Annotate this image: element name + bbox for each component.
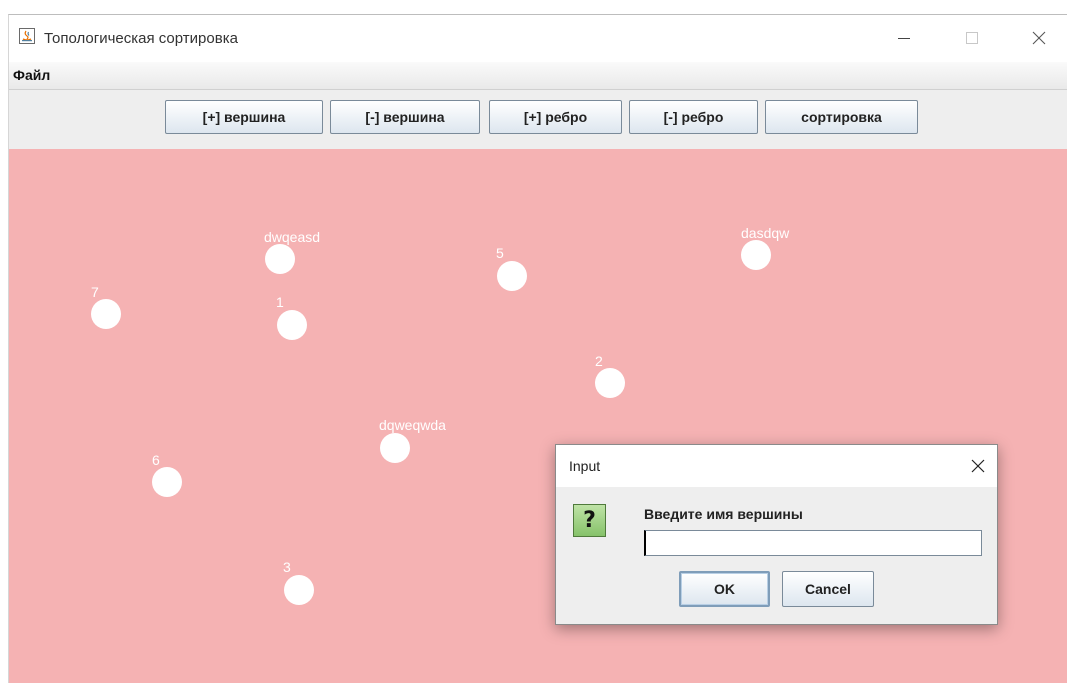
add-vertex-button[interactable]: [+] вершина (165, 100, 323, 134)
node-label: 5 (496, 245, 504, 261)
graph-node[interactable] (152, 467, 182, 497)
node-label: 3 (283, 559, 291, 575)
graph-node[interactable] (284, 575, 314, 605)
graph-node[interactable] (595, 368, 625, 398)
graph-node[interactable] (277, 310, 307, 340)
remove-vertex-button[interactable]: [-] вершина (330, 100, 480, 134)
close-icon (1032, 31, 1046, 45)
node-label: dwqeasd (264, 229, 321, 245)
graph-node[interactable] (741, 240, 771, 270)
minimize-icon (898, 38, 910, 39)
vertex-name-input[interactable] (644, 530, 982, 556)
menu-file[interactable]: Файл (12, 67, 51, 83)
graph-node[interactable] (380, 433, 410, 463)
node-label: 1 (276, 294, 284, 310)
java-app-icon (19, 28, 35, 44)
node-label: 7 (91, 284, 99, 300)
node-label: dasdqw (741, 225, 790, 241)
dialog-title-bar: Input (556, 445, 997, 487)
window-title: Топологическая сортировка (44, 30, 238, 47)
graph-node[interactable] (497, 261, 527, 291)
node-label: 2 (595, 353, 603, 369)
dialog-close-button[interactable] (963, 451, 993, 481)
remove-edge-button[interactable]: [-] ребро (629, 100, 758, 134)
sort-button[interactable]: сортировка (765, 100, 918, 134)
node-label: 6 (152, 452, 160, 468)
add-edge-button[interactable]: [+] ребро (489, 100, 622, 134)
cancel-button[interactable]: Cancel (782, 571, 874, 607)
graph-node[interactable] (91, 299, 121, 329)
maximize-button[interactable] (950, 23, 994, 53)
title-bar: Топологическая сортировка (9, 15, 1067, 62)
input-dialog: Input ? Введите имя вершины OK Cancel (555, 444, 998, 625)
prompt-label: Введите имя вершины (644, 506, 803, 522)
maximize-icon (966, 32, 978, 44)
question-icon: ? (573, 504, 606, 537)
close-button[interactable] (1017, 23, 1061, 53)
close-icon (971, 459, 985, 473)
menu-bar: Файл (9, 62, 1067, 90)
ok-button[interactable]: OK (679, 571, 770, 607)
toolbar: [+] вершина [-] вершина [+] ребро [-] ре… (9, 90, 1067, 149)
graph-node[interactable] (265, 244, 295, 274)
minimize-button[interactable] (882, 23, 926, 53)
node-label: dqweqwda (379, 417, 446, 433)
dialog-title: Input (569, 458, 601, 474)
